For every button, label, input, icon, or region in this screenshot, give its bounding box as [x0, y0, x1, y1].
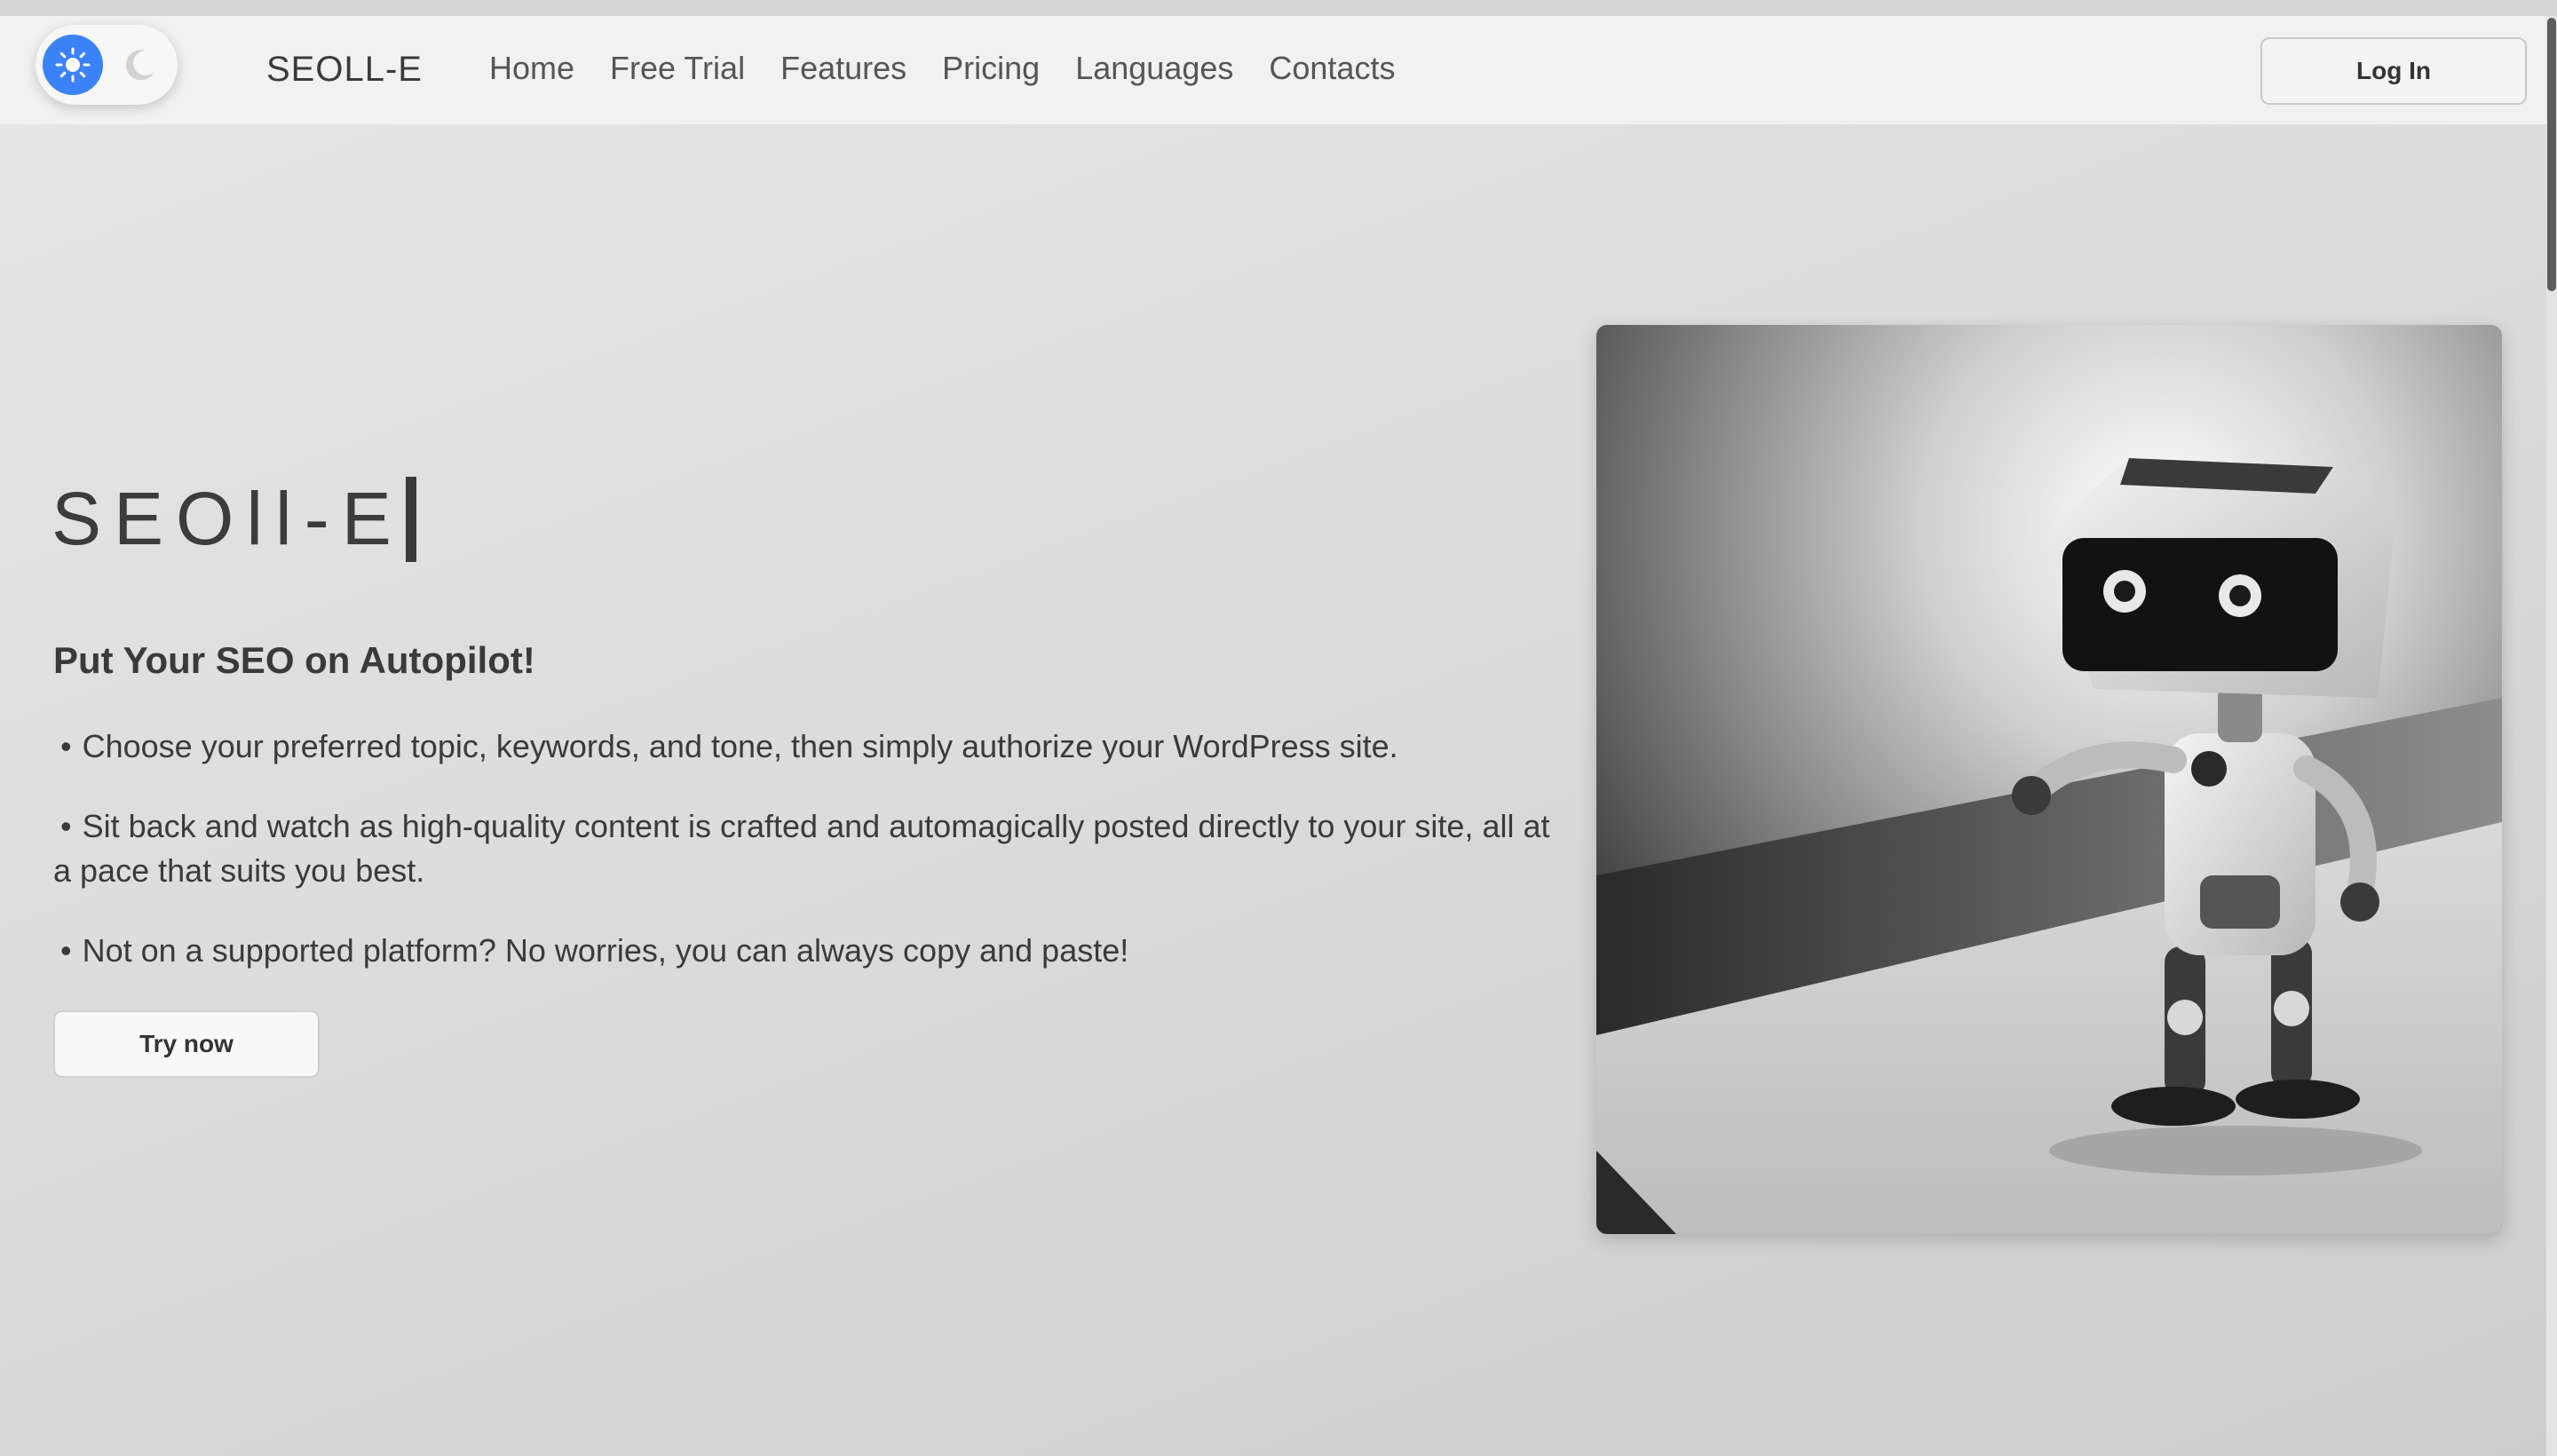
nav-link-free-trial[interactable]: Free Trial [610, 50, 745, 87]
hero-subtitle: Put Your SEO on Autopilot! [53, 639, 535, 681]
login-button[interactable]: Log In [2260, 37, 2527, 105]
nav-link-features[interactable]: Features [780, 50, 906, 87]
nav-link-contacts[interactable]: Contacts [1269, 50, 1395, 87]
bullet-dot: • [60, 808, 72, 844]
try-now-button[interactable]: Try now [53, 1010, 320, 1078]
typing-caret [405, 476, 416, 562]
feature-bullet-list: • Choose your preferred topic, keywords, … [53, 724, 1563, 1009]
list-item: • Sit back and watch as high-quality cont… [53, 804, 1563, 893]
nav-link-home[interactable]: Home [489, 50, 574, 87]
list-item: • Not on a supported platform? No worries… [53, 929, 1563, 973]
browser-top-strip [0, 0, 2557, 16]
bullet-text: Choose your preferred topic, keywords, a… [82, 728, 1398, 764]
hero-title: SEOll-E [51, 476, 416, 562]
nav-link-languages[interactable]: Languages [1075, 50, 1233, 87]
theme-toggle[interactable] [36, 25, 178, 105]
scrollbar-thumb[interactable] [2547, 18, 2556, 291]
list-item: • Choose your preferred topic, keywords, … [53, 724, 1563, 769]
bullet-text: Not on a supported platform? No worries,… [82, 932, 1129, 969]
nav-link-pricing[interactable]: Pricing [942, 50, 1040, 87]
bullet-dot: • [60, 728, 72, 764]
hero-title-text: SEOll-E [51, 477, 404, 560]
moon-icon[interactable] [115, 40, 165, 90]
sun-icon[interactable] [43, 35, 103, 95]
robot-hero-image [1596, 325, 2502, 1234]
bullet-dot: • [60, 932, 72, 969]
brand-logo-text[interactable]: SEOLL-E [266, 50, 423, 90]
navbar: SEOLL-E Home Free Trial Features Pricing… [0, 16, 2546, 124]
nav-links: Home Free Trial Features Pricing Languag… [489, 50, 1395, 87]
bullet-text: Sit back and watch as high-quality conte… [53, 808, 1550, 889]
